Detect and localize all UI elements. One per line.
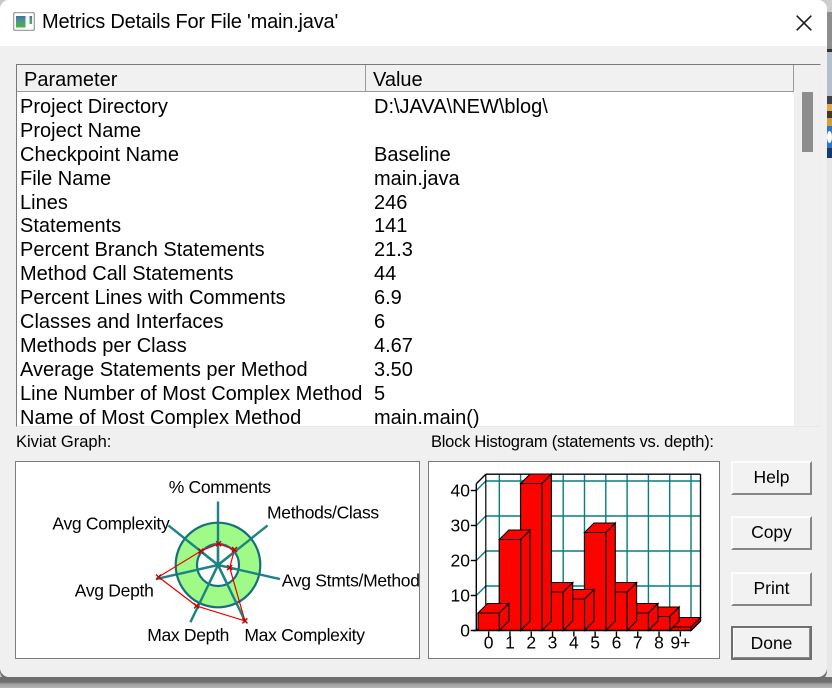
svg-text:0: 0 [484,633,494,653]
svg-text:9+: 9+ [670,633,690,653]
svg-text:3: 3 [548,633,558,653]
svg-text:0: 0 [460,621,470,641]
svg-text:40: 40 [451,481,471,501]
svg-text:Max Depth: Max Depth [147,625,229,645]
svg-text:7: 7 [633,633,643,653]
svg-text:5: 5 [590,633,600,653]
svg-text:8: 8 [654,633,664,653]
svg-text:30: 30 [451,516,471,536]
svg-text:2: 2 [526,633,536,653]
svg-text:20: 20 [451,551,471,571]
svg-text:10: 10 [451,586,471,606]
svg-text:Max Complexity: Max Complexity [244,625,365,645]
svg-text:Avg Stmts/Method: Avg Stmts/Method [282,571,419,591]
svg-text:Avg Depth: Avg Depth [75,581,154,601]
svg-text:1: 1 [505,633,515,653]
svg-text:Avg Complexity: Avg Complexity [52,514,170,534]
svg-text:% Comments: % Comments [169,477,272,497]
svg-text:4: 4 [569,633,579,653]
svg-text:Methods/Class: Methods/Class [267,503,379,523]
svg-text:6: 6 [612,633,622,653]
